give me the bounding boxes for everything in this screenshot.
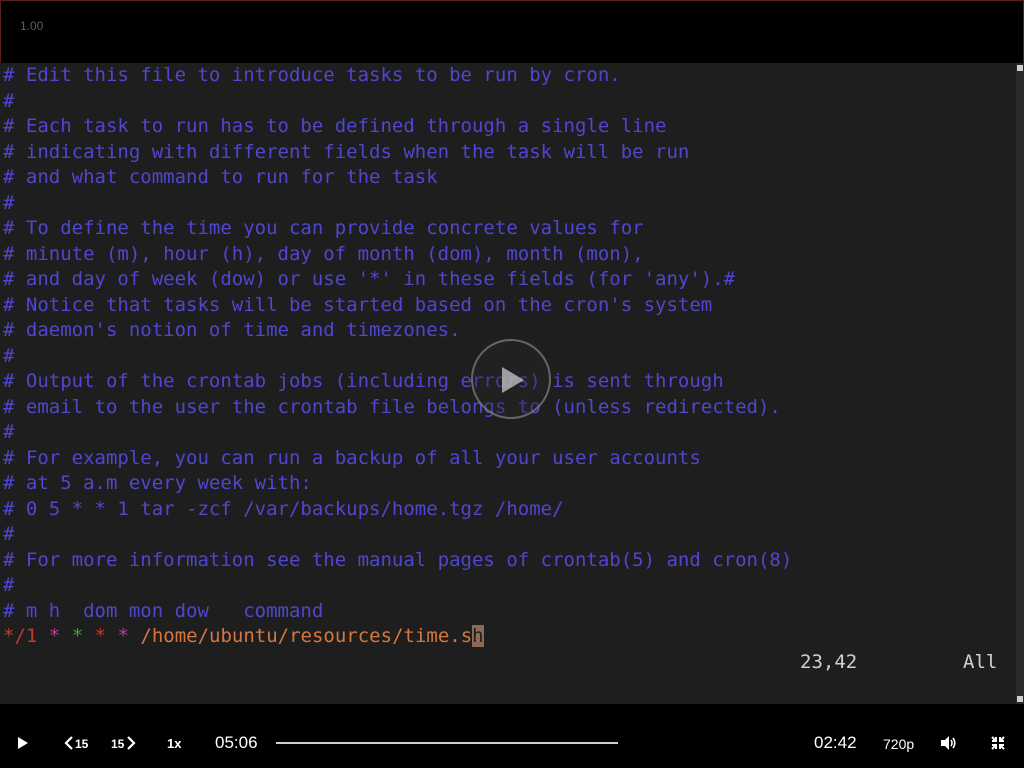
exit-fullscreen-icon: [991, 736, 1005, 750]
text-cursor: h: [472, 625, 484, 647]
center-play-button[interactable]: [471, 339, 551, 419]
elapsed-time: 05:06: [215, 733, 258, 752]
play-button[interactable]: [17, 736, 29, 755]
speed-readout: 1.00: [20, 19, 44, 33]
volume-icon: [941, 736, 956, 750]
cron-day-of-month: *: [71, 625, 84, 647]
cursor-position: 23,42: [800, 651, 858, 673]
comment-line: # at 5 a.m every week with:: [3, 472, 312, 494]
cron-month: *: [94, 625, 107, 647]
top-bar: 1.00: [1, 1, 1023, 64]
seek-bar[interactable]: [276, 742, 618, 744]
comment-line: # Edit this file to introduce tasks to b…: [3, 64, 621, 86]
comment-line: # Notice that tasks will be started base…: [3, 293, 713, 316]
comment-line: # and what command to run for the task: [3, 166, 438, 188]
remaining-time: 02:42: [814, 733, 857, 752]
volume-button[interactable]: [941, 736, 957, 755]
editor-scrollbar[interactable]: [1016, 63, 1024, 704]
exit-fullscreen-button[interactable]: [991, 736, 1005, 755]
cron-command: /home/ubuntu/resources/time.s: [140, 625, 473, 647]
comment-line: # and day of week (dow) or use '*' in th…: [3, 268, 736, 290]
comment-line: #: [3, 523, 15, 545]
scroll-up-arrow[interactable]: [1017, 65, 1023, 71]
playback-rate-button[interactable]: 1x: [167, 736, 181, 751]
comment-line: # Output of the crontab jobs (including …: [3, 370, 724, 392]
quality-selector[interactable]: 720p: [883, 736, 914, 752]
comment-line: # 0 5 * * 1 tar -zcf /var/backups/home.t…: [3, 497, 564, 520]
comment-line: # email to the user the crontab file bel…: [3, 395, 781, 418]
comment-line: #: [3, 574, 15, 596]
forward-15-icon: [127, 736, 136, 750]
cron-hour: *: [48, 625, 61, 647]
rewind-15-icon: [64, 736, 73, 750]
scroll-indicator: All: [963, 651, 998, 673]
comment-line: # For example, you can run a backup of a…: [3, 446, 701, 469]
comment-line: #: [3, 191, 15, 214]
scroll-down-arrow[interactable]: [1017, 696, 1023, 702]
comment-line: # minute (m), hour (h), day of month (do…: [3, 242, 644, 265]
comment-line: # daemon's notion of time and timezones.: [3, 319, 461, 341]
play-icon: [502, 367, 524, 393]
comment-line: #: [3, 344, 15, 367]
play-icon: [18, 737, 28, 749]
comment-line: # m h dom mon dow command: [3, 599, 324, 622]
comment-line: # indicating with different fields when …: [3, 140, 690, 163]
comment-line: # To define the time you can provide con…: [3, 217, 644, 239]
forward-15-label: 15: [111, 737, 125, 751]
comment-line: # Each task to run has to be defined thr…: [3, 115, 667, 137]
cron-day-of-week: *: [117, 625, 129, 647]
comment-line: #: [3, 421, 15, 443]
rewind-15-label: 15: [75, 737, 89, 751]
comment-line: # For more information see the manual pa…: [3, 548, 793, 571]
comment-line: #: [3, 89, 15, 112]
cron-entry-line[interactable]: */1 * * * * /home/ubuntu/resources/time.…: [3, 624, 484, 649]
cron-minute: */1: [3, 625, 38, 647]
player-controls: 15 15 1x 05:06 02:42 720p: [0, 704, 1024, 768]
